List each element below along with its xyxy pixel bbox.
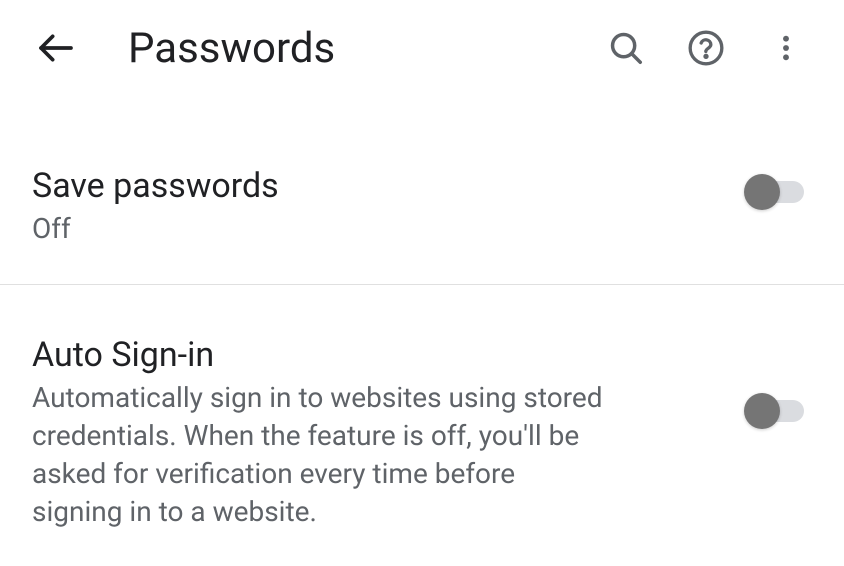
auto-signin-setting[interactable]: Auto Sign-in Automatically sign in to we… <box>0 285 844 566</box>
arrow-left-icon <box>36 28 76 68</box>
help-icon <box>686 28 726 68</box>
header: Passwords <box>0 0 844 96</box>
header-actions <box>604 26 812 70</box>
back-button[interactable] <box>32 24 80 72</box>
more-button[interactable] <box>764 26 808 70</box>
search-icon <box>607 29 645 67</box>
setting-title: Auto Sign-in <box>32 333 720 377</box>
help-button[interactable] <box>684 26 728 70</box>
setting-text: Save passwords Off <box>32 164 744 248</box>
settings-list: Save passwords Off Auto Sign-in Automati… <box>0 96 844 566</box>
save-passwords-setting[interactable]: Save passwords Off <box>0 146 844 285</box>
toggle-thumb <box>744 174 780 210</box>
page-title: Passwords <box>128 24 604 73</box>
auto-signin-toggle[interactable] <box>744 393 812 429</box>
setting-title: Save passwords <box>32 164 720 208</box>
toggle-thumb <box>744 393 780 429</box>
setting-subtitle: Off <box>32 210 720 248</box>
more-vert-icon <box>770 32 802 64</box>
setting-description: Automatically sign in to websites using … <box>32 379 612 530</box>
save-passwords-toggle[interactable] <box>744 174 812 210</box>
setting-text: Auto Sign-in Automatically sign in to we… <box>32 333 744 530</box>
search-button[interactable] <box>604 26 648 70</box>
